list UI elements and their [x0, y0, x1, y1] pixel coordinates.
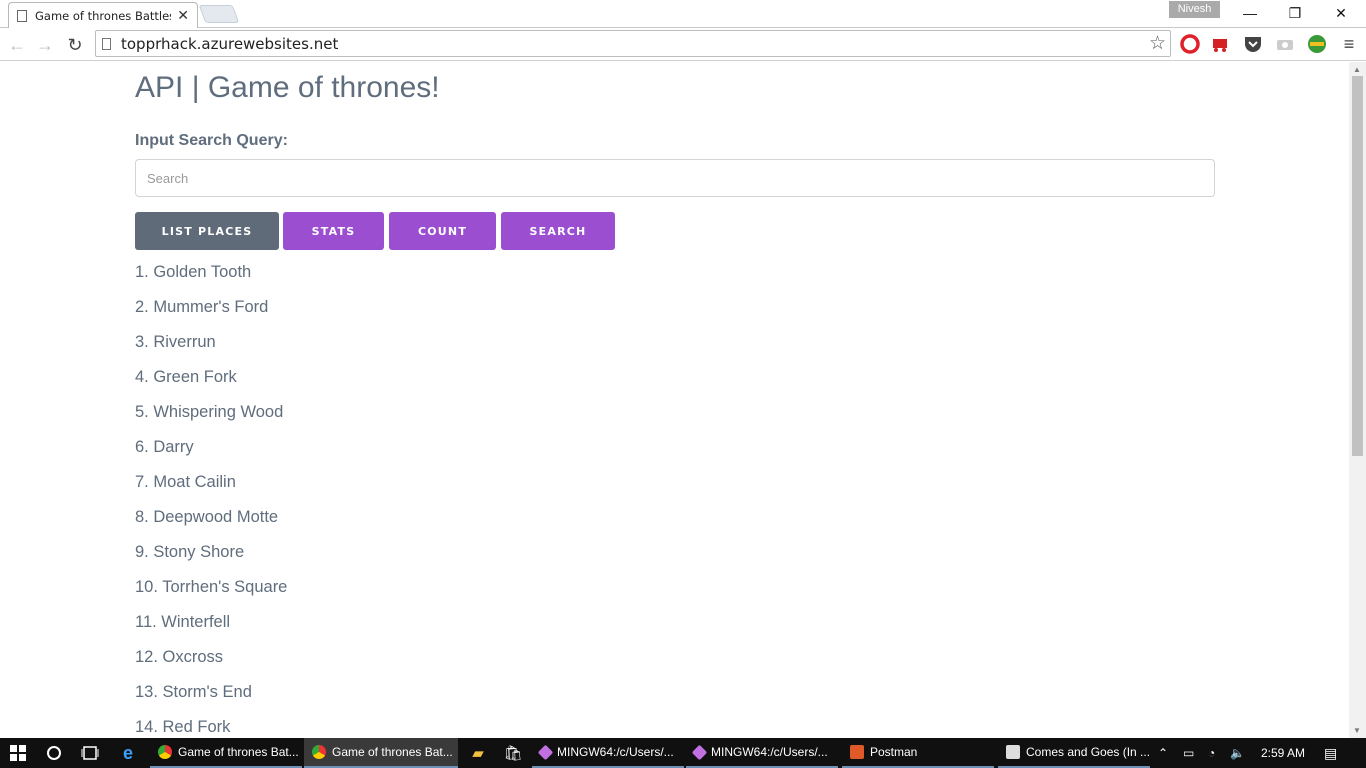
postman-icon: [850, 745, 864, 759]
close-tab-icon[interactable]: ✕: [177, 7, 189, 24]
list-item: 12. Oxcross: [135, 648, 224, 666]
minimize-icon[interactable]: —: [1227, 0, 1273, 26]
reload-icon[interactable]: ↻: [62, 32, 88, 58]
taskbar-app-mingw-1[interactable]: MINGW64:/c/Users/...: [532, 738, 684, 768]
task-view-icon[interactable]: [72, 738, 108, 768]
tab-strip: Game of thrones Battles, A ✕ Nivesh — ❐ …: [0, 0, 1366, 28]
list-item: 3. Riverrun: [135, 333, 216, 351]
git-bash-icon: [691, 744, 708, 760]
list-item: 13. Storm's End: [135, 683, 252, 701]
forward-icon[interactable]: →: [32, 32, 58, 58]
store-icon[interactable]: 🛍: [495, 738, 531, 768]
list-item: 10. Torrhen's Square: [135, 578, 288, 596]
scroll-up-icon[interactable]: ▲: [1353, 65, 1361, 74]
restore-icon[interactable]: ❐: [1272, 0, 1318, 26]
list-item: 4. Green Fork: [135, 368, 237, 386]
globe-extension-icon[interactable]: [1306, 33, 1328, 55]
taskbar-app-mingw-2[interactable]: MINGW64:/c/Users/...: [686, 738, 838, 768]
stats-button[interactable]: STATS: [283, 212, 384, 250]
profile-name[interactable]: Nivesh: [1169, 1, 1220, 18]
list-item: 14. Red Fork: [135, 718, 231, 736]
chrome-icon: [312, 745, 326, 759]
list-item: 1. Golden Tooth: [135, 263, 252, 281]
taskbar-app-music[interactable]: Comes and Goes (In ...: [998, 738, 1150, 768]
taskbar-app-label: MINGW64:/c/Users/...: [711, 745, 828, 759]
windows-start-icon[interactable]: [0, 738, 36, 768]
battery-icon[interactable]: ▭: [1183, 738, 1194, 768]
volume-icon[interactable]: 🔈: [1230, 738, 1245, 768]
list-item: 5. Whispering Wood: [135, 403, 284, 421]
list-places-button[interactable]: LIST PLACES: [135, 212, 279, 250]
list-item: 2. Mummer's Ford: [135, 298, 269, 316]
file-explorer-icon[interactable]: ▰: [460, 738, 496, 768]
address-bar[interactable]: topprhack.azurewebsites.net ☆: [95, 30, 1171, 57]
new-tab-button[interactable]: [198, 5, 240, 23]
taskbar-app-label: Game of thrones Bat...: [178, 745, 299, 759]
chrome-icon: [158, 745, 172, 759]
url-text: topprhack.azurewebsites.net: [121, 34, 339, 53]
list-item: 8. Deepwood Motte: [135, 508, 279, 526]
taskbar-app-chrome-2[interactable]: Game of thrones Bat...: [304, 738, 458, 768]
page-icon: [102, 37, 111, 50]
close-window-icon[interactable]: ✕: [1318, 0, 1364, 26]
camera-extension-icon[interactable]: [1274, 33, 1296, 55]
train-extension-icon[interactable]: [1210, 33, 1232, 55]
taskbar-app-label: Game of thrones Bat...: [332, 745, 453, 759]
search-button[interactable]: SEARCH: [501, 212, 615, 250]
opera-extension-icon[interactable]: [1179, 33, 1201, 55]
page-content: API | Game of thrones! Input Search Quer…: [0, 62, 1349, 738]
taskbar-app-label: Postman: [870, 745, 918, 759]
tab-title: Game of thrones Battles, A: [35, 8, 171, 23]
list-item: 9. Stony Shore: [135, 543, 245, 561]
menu-icon[interactable]: ≡: [1338, 33, 1360, 55]
taskbar-app-label: Comes and Goes (In ...: [1026, 745, 1150, 759]
taskbar-app-chrome-1[interactable]: Game of thrones Bat...: [150, 738, 302, 768]
taskbar-app-label: MINGW64:/c/Users/...: [557, 745, 674, 759]
bookmark-star-icon[interactable]: ☆: [1149, 32, 1166, 54]
search-query-label: Input Search Query:: [135, 132, 288, 149]
tab-active[interactable]: Game of thrones Battles, A ✕: [8, 2, 198, 28]
git-bash-icon: [537, 744, 554, 760]
search-input[interactable]: [135, 159, 1215, 197]
list-item: 6. Darry: [135, 438, 194, 456]
back-icon[interactable]: ←: [4, 32, 30, 58]
browser-toolbar: ← → ↻ topprhack.azurewebsites.net ☆ ≡: [0, 28, 1366, 61]
tray-chevron-icon[interactable]: ⌃: [1158, 738, 1168, 768]
taskbar-app-postman[interactable]: Postman: [842, 738, 994, 768]
clock[interactable]: 2:59 AM: [1261, 738, 1305, 768]
edge-browser-icon[interactable]: e: [110, 738, 146, 768]
music-player-icon: [1006, 745, 1020, 759]
list-item: 7. Moat Cailin: [135, 473, 236, 491]
pocket-extension-icon[interactable]: [1242, 33, 1264, 55]
notifications-icon[interactable]: ▤: [1324, 738, 1337, 768]
search-icon[interactable]: [36, 738, 72, 768]
wifi-icon[interactable]: ◔: [1208, 738, 1215, 768]
scroll-down-icon[interactable]: ▼: [1353, 726, 1361, 735]
taskbar: e Game of thrones Bat... Game of thrones…: [0, 738, 1366, 768]
scrollbar-thumb[interactable]: [1352, 76, 1363, 456]
page-title: API | Game of thrones!: [135, 71, 440, 104]
list-item: 11. Winterfell: [135, 613, 231, 631]
page-icon: [17, 9, 27, 22]
vertical-scrollbar[interactable]: ▲ ▼: [1349, 62, 1366, 738]
count-button[interactable]: COUNT: [389, 212, 496, 250]
places-list: 1. Golden Tooth 2. Mummer's Ford 3. Rive…: [135, 262, 287, 738]
